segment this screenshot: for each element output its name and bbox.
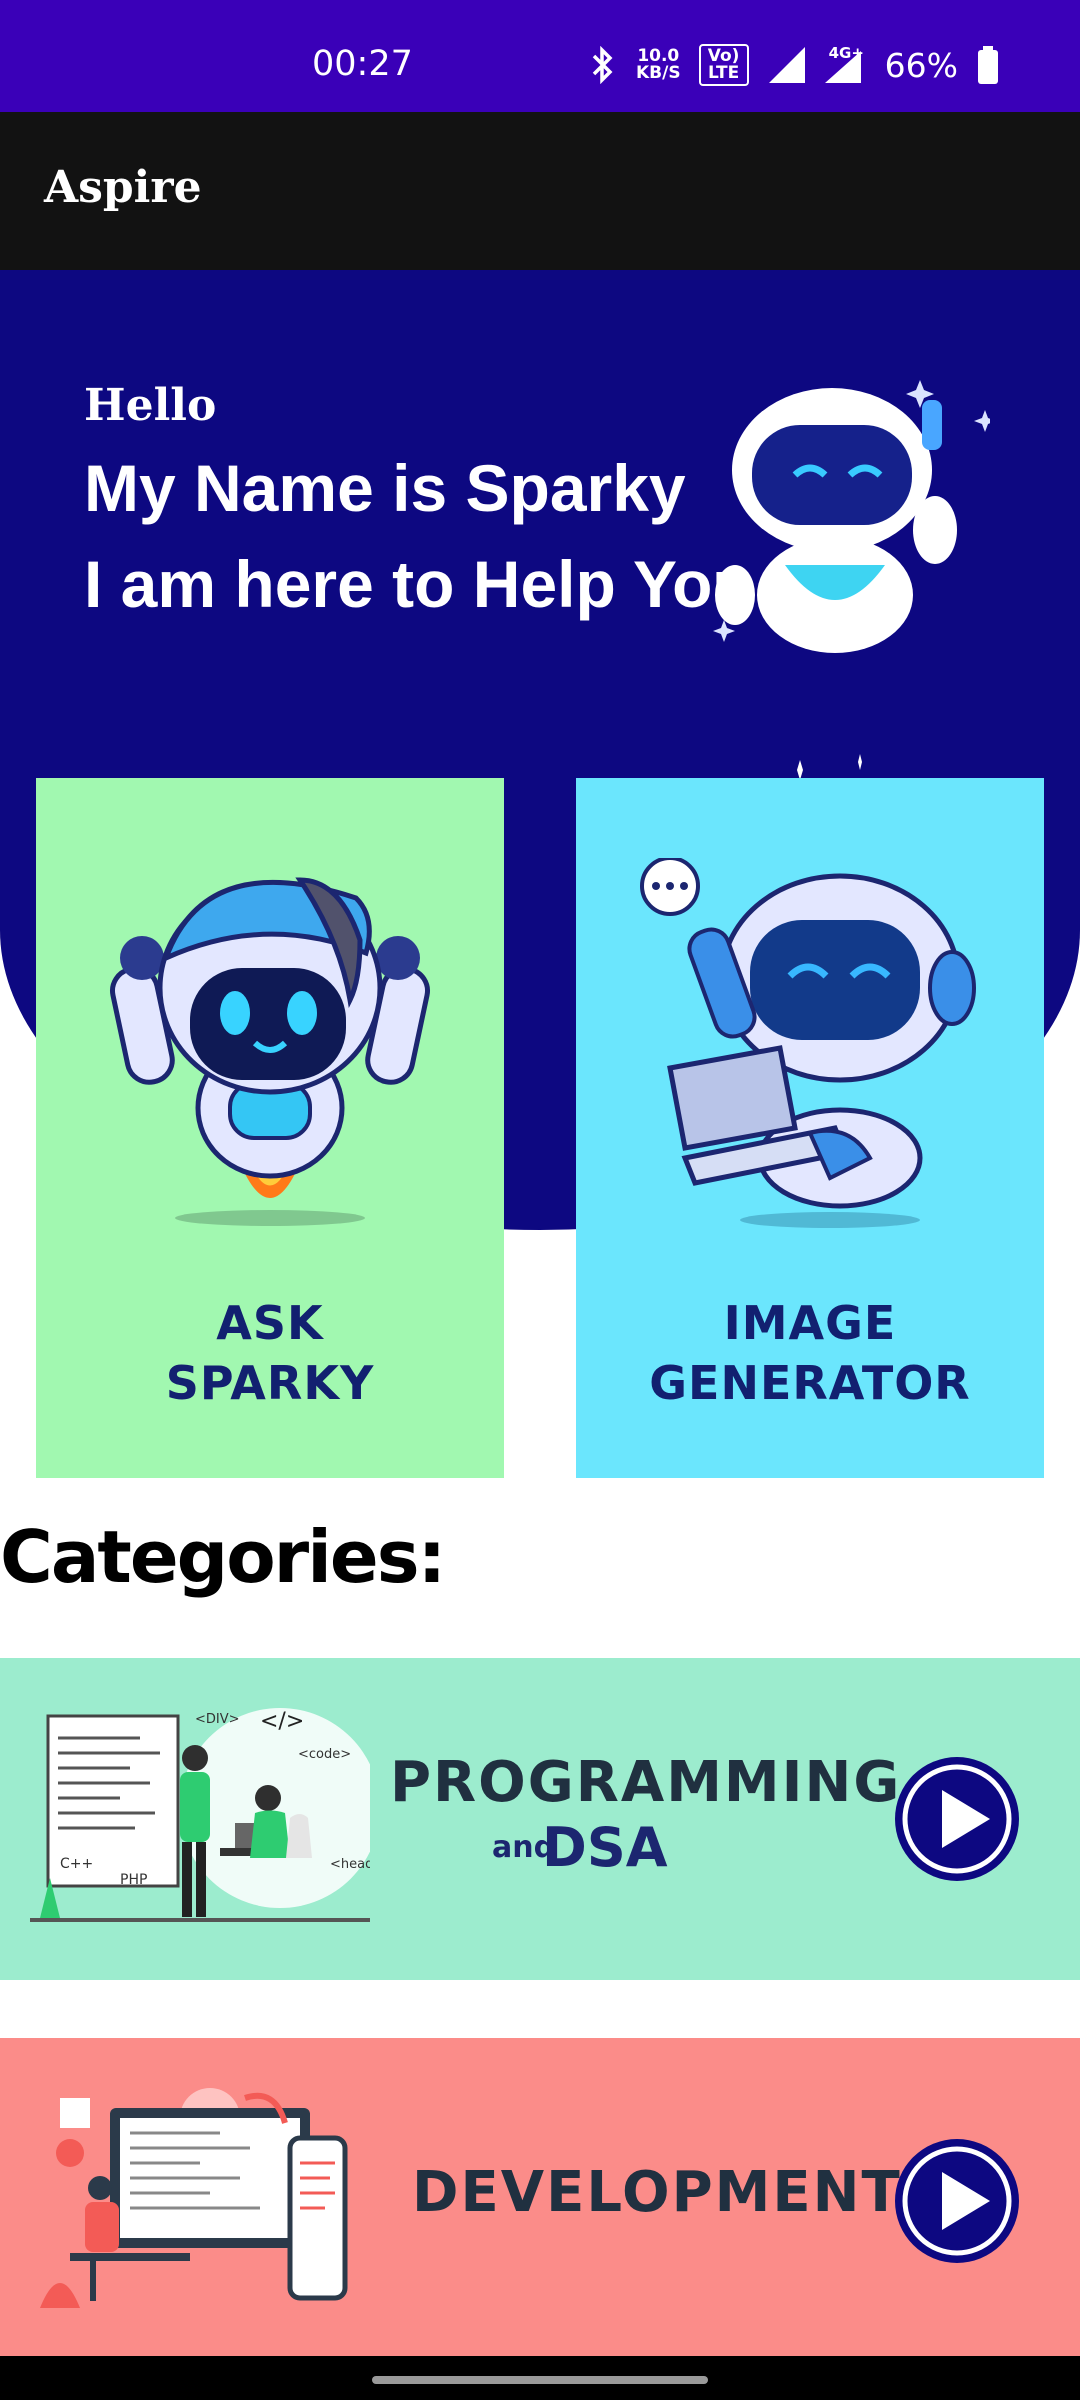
ask-sparky-label: ASK SPARKY: [36, 1293, 504, 1413]
sparky-robot-illustration: [713, 380, 990, 653]
rocket-robot-illustration: [110, 877, 430, 1226]
status-time: 00:27: [312, 44, 413, 84]
battery-icon: [977, 46, 998, 84]
image-generator-label-line1: IMAGE: [723, 1296, 897, 1350]
play-programming-icon[interactable]: [890, 1752, 1024, 1886]
app-bar: Aspire: [0, 112, 1080, 270]
hero-greeting: Hello: [84, 380, 217, 431]
status-icons: 10.0 KB/S Vo) LTE 4G+ 66%: [588, 44, 1000, 86]
code-tag-code: <code>: [298, 1747, 351, 1762]
signal-icon: 4G+: [767, 45, 867, 85]
programming-team-illustration: C++ PHP <DIV> </> <code> <head>: [30, 1708, 370, 1922]
hero-line-1: My Name is Sparky: [84, 451, 686, 525]
code-tag-div: <DIV>: [195, 1712, 240, 1727]
ask-sparky-card[interactable]: ASK SPARKY: [36, 778, 504, 1478]
ask-sparky-label-line2: SPARKY: [165, 1356, 375, 1410]
programming-title: PROGRAMMING: [390, 1750, 902, 1815]
hero-line-2: I am here to Help You: [84, 547, 753, 621]
category-programming-dsa[interactable]: C++ PHP <DIV> </> <code> <head> PROGRAMM…: [0, 1658, 1080, 1980]
hero-intro: My Name is Sparky I am here to Help You: [84, 440, 753, 632]
ask-sparky-label-line1: ASK: [216, 1296, 324, 1350]
home-gesture-handle[interactable]: [372, 2376, 708, 2384]
net-speed-indicator: 10.0 KB/S: [636, 48, 681, 82]
code-tag-cpp: C++: [60, 1856, 93, 1872]
laptop-robot-illustration: [640, 858, 976, 1228]
image-generator-label-line2: GENERATOR: [649, 1356, 971, 1410]
bluetooth-icon: [592, 46, 613, 84]
development-illustration: [40, 2088, 348, 2308]
code-tag-head: <head>: [330, 1857, 370, 1872]
image-generator-label: IMAGE GENERATOR: [576, 1293, 1044, 1413]
code-tag-close: </>: [260, 1709, 304, 1734]
net-speed-unit: KB/S: [636, 63, 681, 83]
category-development[interactable]: DEVELOPMENT: [0, 2038, 1080, 2356]
battery-percent: 66%: [884, 45, 958, 85]
play-development-icon[interactable]: [890, 2134, 1024, 2268]
development-title: DEVELOPMENT: [412, 2160, 902, 2225]
programming-sub-dsa: DSA: [542, 1816, 668, 1879]
image-generator-card[interactable]: IMAGE GENERATOR: [576, 778, 1044, 1478]
categories-heading: Categories:: [0, 1515, 446, 1599]
code-tag-php: PHP: [120, 1872, 147, 1888]
volte-badge: Vo) LTE: [698, 44, 749, 86]
status-bar: 00:27 10.0 KB/S Vo) LTE 4G+ 66%: [0, 0, 1080, 112]
app-title: Aspire: [44, 162, 202, 213]
navigation-bar: [0, 2356, 1080, 2400]
